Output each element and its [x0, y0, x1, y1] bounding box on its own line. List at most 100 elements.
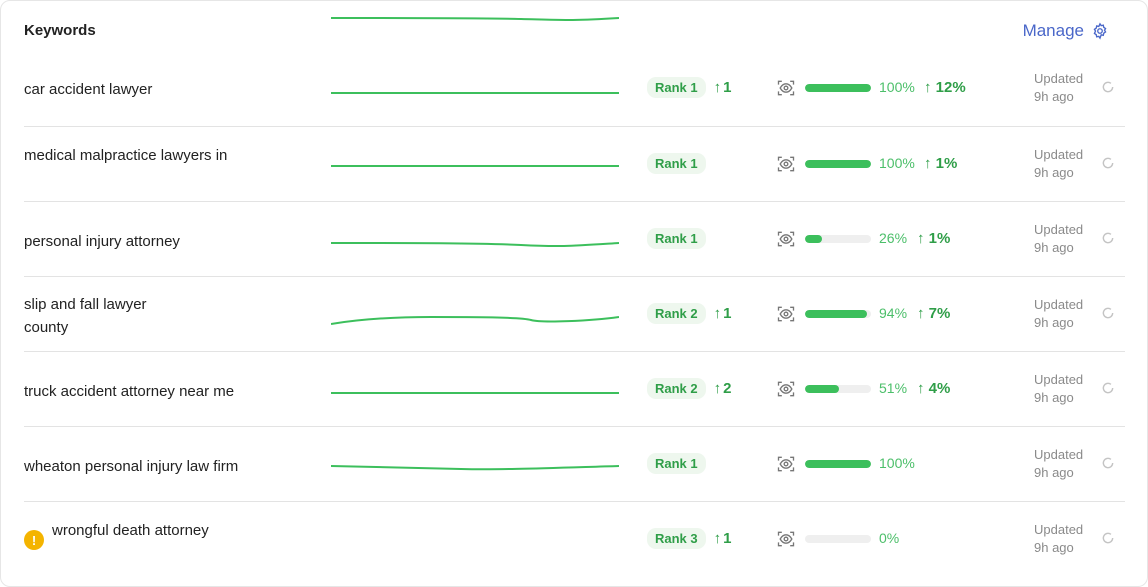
- visibility-bar-fill: [805, 310, 868, 318]
- keyword-text: personal injury attorney: [24, 230, 324, 253]
- updated-ago: 9h ago: [1034, 465, 1074, 480]
- keyword-label: medical malpractice lawyers in: [24, 147, 228, 164]
- visibility-icon[interactable]: [776, 78, 796, 98]
- rank-group: Rank 2 ↑ 2: [647, 378, 731, 399]
- updated-ago: 9h ago: [1034, 390, 1074, 405]
- refresh-icon[interactable]: [1101, 156, 1115, 170]
- visibility-bar: [805, 235, 871, 243]
- keyword-text: car accident lawyer: [24, 78, 324, 101]
- visibility-bar-fill: [805, 460, 871, 468]
- arrow-up-icon: ↑: [713, 79, 722, 96]
- rank-group: Rank 3 ↑ 1: [647, 528, 731, 549]
- rank-badge: Rank 1: [647, 228, 706, 249]
- keyword-row[interactable]: wrongful death attorney! Rank 3 ↑ 1 0% Updat…: [24, 465, 1125, 577]
- keyword-label: personal injury attorney: [24, 233, 180, 250]
- visibility-delta-value: 12%: [935, 79, 966, 96]
- visibility-icon[interactable]: [776, 229, 796, 249]
- updated-timestamp: Updated 9h ago: [1034, 146, 1083, 182]
- updated-label: Updated: [1034, 522, 1084, 537]
- updated-ago: 9h ago: [1034, 540, 1074, 555]
- arrow-up-icon: ↑: [713, 530, 722, 547]
- rank-delta-value: 1: [723, 305, 732, 322]
- visibility-icon[interactable]: [776, 304, 796, 324]
- rank-sparkline: [331, 165, 619, 167]
- refresh-icon[interactable]: [1101, 456, 1115, 470]
- card-title: Keywords: [24, 22, 96, 39]
- visibility-percent: 51%: [879, 380, 908, 396]
- updated-label: Updated: [1034, 222, 1084, 237]
- visibility-bar: [805, 310, 871, 318]
- updated-label: Updated: [1034, 71, 1084, 86]
- rank-sparkline: [331, 17, 619, 21]
- visibility-delta-value: 7%: [928, 305, 951, 322]
- visibility-delta: ↑ 7%: [917, 305, 950, 322]
- visibility-percent: 100%: [879, 155, 915, 171]
- rank-badge: Rank 3: [647, 528, 706, 549]
- rank-sparkline: [331, 392, 619, 394]
- rank-delta: ↑ 1: [714, 305, 732, 322]
- keyword-label: wrongful death attorney: [52, 522, 209, 539]
- rank-sparkline: [331, 315, 619, 325]
- updated-label: Updated: [1034, 447, 1084, 462]
- gear-icon: [1093, 22, 1107, 40]
- rank-badge: Rank 1: [647, 77, 706, 98]
- updated-timestamp: Updated 9h ago: [1034, 521, 1083, 557]
- visibility-bar: [805, 84, 871, 92]
- rank-group: Rank 2 ↑ 1: [647, 303, 731, 324]
- rank-sparkline: [331, 465, 619, 471]
- updated-ago: 9h ago: [1034, 315, 1074, 330]
- rank-sparkline: [331, 242, 619, 248]
- visibility-delta-value: 4%: [928, 380, 951, 397]
- visibility-percent: 100%: [879, 455, 915, 471]
- visibility-percent: 100%: [879, 79, 915, 95]
- keyword-label: wheaton personal injury law firm: [24, 458, 239, 475]
- updated-timestamp: Updated 9h ago: [1034, 446, 1083, 482]
- rank-delta: ↑ 1: [714, 79, 732, 96]
- manage-button[interactable]: Manage: [1023, 21, 1109, 41]
- updated-timestamp: Updated 9h ago: [1034, 70, 1083, 106]
- keyword-label-line2: county: [24, 319, 69, 336]
- keyword-text: wrongful death attorney: [52, 519, 352, 542]
- rank-delta-value: 1: [723, 79, 732, 96]
- keyword-text: medical malpractice lawyers in: [24, 144, 324, 167]
- rank-badge: Rank 2: [647, 378, 706, 399]
- visibility-percent: 26%: [879, 230, 908, 246]
- visibility-delta: ↑ 12%: [924, 79, 966, 96]
- updated-ago: 9h ago: [1034, 240, 1074, 255]
- arrow-up-icon: ↑: [917, 305, 929, 322]
- keyword-label: car accident lawyer: [24, 81, 153, 98]
- visibility-delta: ↑ 1%: [924, 155, 957, 172]
- visibility-bar-fill: [805, 160, 871, 168]
- updated-ago: 9h ago: [1034, 165, 1074, 180]
- rank-delta-value: 2: [723, 380, 732, 397]
- rank-badge: Rank 1: [647, 453, 706, 474]
- visibility-bar-fill: [805, 385, 839, 393]
- refresh-icon[interactable]: [1101, 531, 1115, 545]
- visibility-icon[interactable]: [776, 379, 796, 399]
- visibility-bar: [805, 535, 871, 543]
- rank-group: Rank 1 ↑ 1: [647, 77, 731, 98]
- manage-label: Manage: [1022, 21, 1084, 40]
- refresh-icon[interactable]: [1101, 306, 1115, 320]
- arrow-up-icon: ↑: [924, 79, 936, 96]
- visibility-bar: [805, 385, 871, 393]
- refresh-icon[interactable]: [1101, 381, 1115, 395]
- visibility-icon[interactable]: [776, 454, 796, 474]
- warning-icon: !: [24, 530, 44, 550]
- keyword-text: slip and fall lawyer county: [24, 293, 324, 339]
- visibility-bar: [805, 160, 871, 168]
- refresh-icon[interactable]: [1101, 231, 1115, 245]
- rank-group: Rank 1: [647, 228, 706, 249]
- rank-sparkline: [331, 92, 619, 94]
- rank-delta: ↑ 2: [714, 380, 732, 397]
- arrow-up-icon: ↑: [713, 305, 722, 322]
- rank-badge: Rank 1: [647, 153, 706, 174]
- visibility-icon[interactable]: [776, 154, 796, 174]
- updated-label: Updated: [1034, 372, 1084, 387]
- rank-group: Rank 1: [647, 153, 706, 174]
- arrow-up-icon: ↑: [924, 155, 936, 172]
- visibility-icon[interactable]: [776, 529, 796, 549]
- visibility-delta-value: 1%: [928, 230, 951, 247]
- refresh-icon[interactable]: [1101, 80, 1115, 94]
- keywords-card: Keywords Manage car accident lawyer Rank …: [0, 0, 1148, 587]
